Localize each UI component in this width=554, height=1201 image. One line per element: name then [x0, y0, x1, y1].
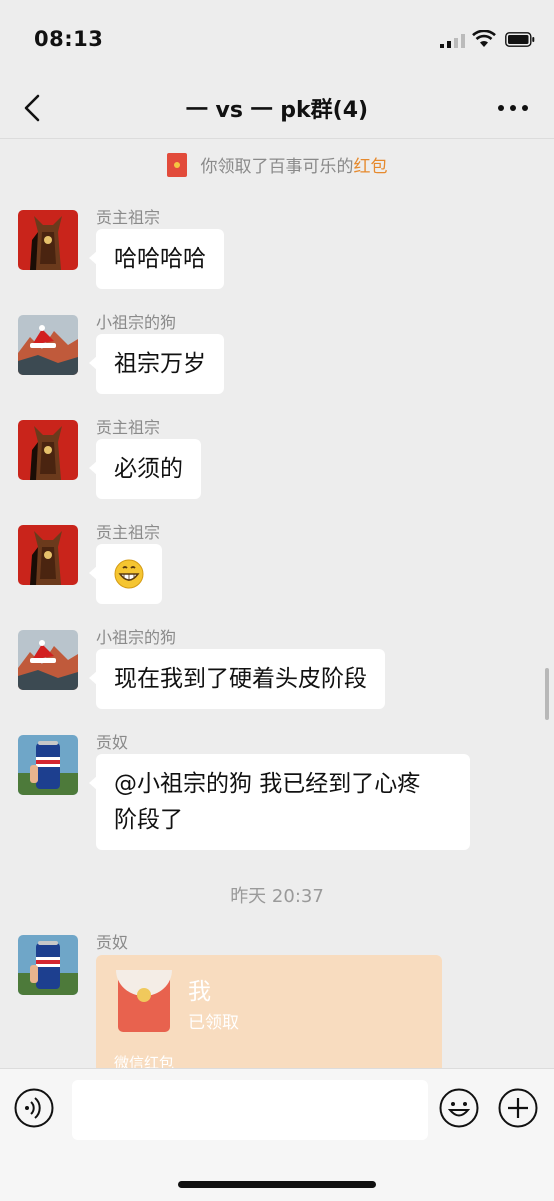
red-packet-status: 已领取 [188, 1013, 239, 1033]
message-bubble[interactable]: 祖宗万岁 [89, 334, 224, 394]
status-bar: 08:13 [0, 0, 554, 78]
sender-name: 贡主祖宗 [96, 418, 161, 437]
battery-icon [505, 32, 535, 47]
message-line: 阶段了 [114, 807, 183, 833]
chat-header: 一 vs 一 pk群(4) [0, 78, 554, 139]
status-time: 08:13 [34, 27, 104, 51]
grinning-emoji-icon [114, 559, 144, 589]
message-bubble[interactable]: 哈哈哈哈 [89, 229, 224, 289]
system-message: 你领取了百事可乐的红包 [0, 152, 554, 179]
mountain-santa-avatar[interactable] [18, 630, 78, 690]
home-indicator [178, 1181, 376, 1188]
message-bubble[interactable]: 必须的 [89, 439, 201, 499]
message-input[interactable] [72, 1080, 428, 1140]
horse-avatar[interactable] [18, 525, 78, 585]
pepsi-can-avatar[interactable] [18, 735, 78, 795]
plus-icon[interactable] [498, 1088, 538, 1128]
emoji-picker-icon[interactable] [439, 1088, 479, 1128]
more-options-icon[interactable] [496, 100, 530, 116]
chat-timestamp: 昨天 20:37 [230, 886, 324, 907]
red-packet-title: 我 [188, 979, 211, 1005]
red-envelope-icon [116, 970, 172, 1032]
horse-avatar[interactable] [18, 210, 78, 270]
sender-name: 贡奴 [96, 933, 129, 952]
sender-name: 贡主祖宗 [96, 208, 161, 227]
scrollbar[interactable] [545, 668, 549, 720]
system-message-text: 你领取了百事可乐的 [200, 157, 354, 177]
sender-name: 小祖宗的狗 [96, 313, 177, 332]
chat-title: 一 vs 一 pk群(4) [185, 98, 369, 123]
voice-input-icon[interactable] [14, 1088, 54, 1128]
wifi-icon [472, 30, 496, 47]
red-packet-icon [166, 153, 187, 177]
mountain-santa-avatar[interactable] [18, 315, 78, 375]
message-line: @小祖宗的狗 我已经到了心疼 [114, 771, 421, 797]
horse-avatar[interactable] [18, 420, 78, 480]
red-packet-link[interactable]: 红包 [354, 157, 388, 177]
input-bar [0, 1068, 554, 1201]
sender-name: 贡奴 [96, 733, 129, 752]
message-bubble[interactable]: @小祖宗的狗 我已经到了心疼 阶段了 [89, 754, 470, 850]
red-packet-card[interactable]: 我 已领取 微信红包 [96, 955, 442, 1075]
sender-name: 贡主祖宗 [96, 523, 161, 542]
signal-icon [440, 34, 465, 48]
pepsi-can-avatar[interactable] [18, 935, 78, 995]
message-bubble[interactable] [89, 544, 162, 604]
message-bubble[interactable]: 现在我到了硬着头皮阶段 [89, 649, 385, 709]
sender-name: 小祖宗的狗 [96, 628, 177, 647]
